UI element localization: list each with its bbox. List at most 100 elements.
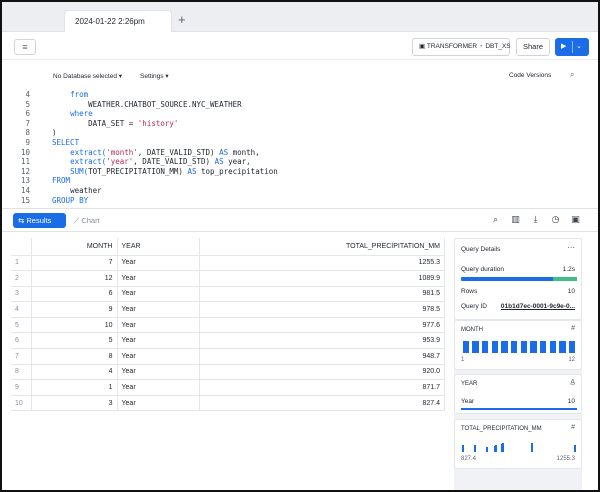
code-line[interactable]: 5 WEATHER.CHATBOT_SOURCE.NYC_WEATHER	[2, 100, 598, 110]
line-chart-icon: ⟋	[74, 216, 80, 225]
query-duration-value: 1.2s	[562, 266, 575, 273]
code-text: extract('month', DATE_VALID_STD) AS mont…	[52, 148, 260, 158]
month-histogram-bar	[462, 341, 470, 353]
code-line[interactable]: 7 DATA_SET = 'history'	[2, 119, 598, 129]
cell-total-precipitation: 948.7	[199, 348, 445, 365]
split-view-icon[interactable]: ▣	[569, 214, 582, 225]
row-index: 3	[11, 286, 32, 303]
precipitation-histogram-bar	[574, 444, 576, 452]
tab-chart-label: Chart	[81, 216, 100, 225]
sql-token: , DATE_VALID_STD)	[133, 157, 215, 167]
code-line[interactable]: 14 weather	[2, 186, 598, 196]
search-icon[interactable]: ⌕	[570, 70, 574, 80]
sql-keyword: SELECT	[52, 138, 80, 147]
cell-year: Year	[117, 395, 200, 412]
table-row[interactable]: 2 12 Year 1089.9	[11, 270, 445, 287]
code-text: WEATHER.CHATBOT_SOURCE.NYC_WEATHER	[52, 100, 242, 110]
precipitation-histogram-bar	[493, 446, 496, 452]
code-versions-button[interactable]: Code Versions	[509, 72, 551, 79]
more-options-icon[interactable]: ⋯	[567, 243, 575, 252]
row-index: 7	[11, 348, 32, 365]
settings-dropdown[interactable]: Settings ▾	[140, 72, 169, 80]
cell-total-precipitation: 1255.3	[199, 255, 445, 272]
line-number: 9	[25, 138, 30, 147]
column-header-total-precipitation[interactable]: TOTAL_PRECIPITATION_MM	[199, 238, 445, 256]
table-row[interactable]: 7 8 Year 948.7	[11, 348, 445, 365]
tab-chart[interactable]: ⟋ Chart	[74, 213, 100, 228]
cell-year: Year	[117, 332, 200, 350]
code-line[interactable]: 4 from	[2, 90, 598, 100]
sql-keyword: AS	[187, 166, 197, 176]
cell-total-precipitation: 953.9	[199, 332, 445, 350]
search-icon[interactable]: ⌕	[489, 214, 502, 225]
year-frequency-bar	[461, 408, 577, 410]
sql-token: month,	[228, 147, 260, 157]
database-selector[interactable]: No Database selected ▾	[53, 72, 122, 80]
row-index: 8	[11, 364, 32, 381]
code-text: )	[52, 128, 57, 138]
year-stats-card[interactable]: YEAR A̲ Year 10	[454, 374, 582, 414]
precipitation-histogram-bar	[530, 442, 533, 452]
code-text: GROUP BY	[52, 196, 88, 206]
line-number: 5	[25, 99, 30, 109]
code-line[interactable]: 6 where	[2, 109, 598, 119]
run-button[interactable]: ▶ ⌄	[555, 38, 589, 56]
tab-results[interactable]: ⇆ Results	[13, 213, 66, 228]
line-number: 14	[20, 186, 30, 195]
code-line[interactable]: 10 extract('month', DATE_VALID_STD) AS m…	[2, 148, 598, 158]
table-row[interactable]: 6 5 Year 953.9	[11, 332, 445, 350]
sql-string: 'month'	[106, 147, 138, 157]
table-row[interactable]: 9 1 Year 871.7	[11, 379, 445, 396]
month-histogram-bar	[530, 341, 537, 353]
text-type-icon: A̲	[570, 379, 575, 386]
code-text: weather	[52, 186, 102, 196]
sql-editor[interactable]: 4 from 5 WEATHER.CHATBOT_SOURCE.NYC_WEATH…	[2, 90, 598, 208]
month-stats-card[interactable]: MONTH # 1 12	[454, 320, 582, 370]
add-tab-icon[interactable]: +	[178, 12, 186, 27]
precipitation-stats-card[interactable]: TOTAL_PRECIPITATION_MM # 827.4 1255.3	[454, 419, 582, 469]
worksheet-tab[interactable]: 2024-01-22 2:26pm	[64, 10, 172, 32]
number-type-icon: #	[571, 325, 575, 332]
sql-token: )	[52, 128, 57, 138]
columns-icon[interactable]: ▥	[509, 214, 522, 225]
sql-keyword: where	[70, 109, 93, 119]
query-id-link[interactable]: 01b1d7ec-0001-9c9e-0...	[501, 303, 575, 310]
table-row[interactable]: 1 7 Year 1255.3	[11, 255, 445, 272]
code-text: SELECT	[52, 138, 79, 148]
code-line[interactable]: 15 GROUP BY	[2, 196, 598, 206]
row-index: 6	[11, 332, 32, 350]
table-row[interactable]: 8 4 Year 920.0	[11, 364, 445, 381]
share-button[interactable]: Share	[516, 38, 550, 56]
line-number: 8	[25, 128, 30, 138]
download-icon[interactable]: ⤓	[529, 214, 542, 225]
table-row[interactable]: 4 9 Year 978.5	[11, 301, 445, 318]
cell-month: 3	[31, 395, 118, 412]
sql-token: TOT_PRECIPITATION_MM)	[88, 166, 188, 176]
table-row[interactable]: 5 10 Year 977.6	[11, 317, 445, 334]
chevron-down-icon: ▾	[165, 73, 169, 80]
line-number: 4	[25, 90, 30, 99]
cell-month: 1	[31, 379, 118, 396]
code-text: SUM(TOT_PRECIPITATION_MM) AS top_precipi…	[52, 167, 278, 177]
month-histogram-bar	[510, 341, 518, 353]
row-index: 5	[11, 317, 32, 334]
column-header-month[interactable]: MONTH	[31, 238, 118, 256]
query-duration-label: Query duration	[461, 266, 504, 273]
code-line[interactable]: 11 extract('year', DATE_VALID_STD) AS ye…	[2, 157, 598, 167]
context-selector[interactable]: ▣ TRANSFORMER • DBT_XS	[412, 38, 511, 56]
code-line[interactable]: 12 SUM(TOT_PRECIPITATION_MM) AS top_prec…	[2, 167, 598, 177]
code-line[interactable]: 13 FROM	[2, 176, 598, 186]
code-line[interactable]: 9 SELECT	[2, 138, 598, 148]
cell-total-precipitation: 920.0	[199, 364, 445, 381]
history-clock-icon[interactable]: ◷	[549, 214, 562, 225]
column-header-year[interactable]: YEAR	[117, 238, 200, 256]
tab-strip: 2024-01-22 2:26pm +	[2, 2, 598, 32]
table-row[interactable]: 3 6 Year 981.5	[11, 286, 445, 303]
filter-sliders-icon[interactable]: ≡	[14, 39, 36, 55]
chevron-down-icon[interactable]: ⌄	[576, 38, 582, 56]
table-row[interactable]: 10 3 Year 827.4	[11, 395, 445, 412]
sql-token: top_precipitation	[196, 166, 278, 176]
code-line[interactable]: 8)	[2, 128, 598, 138]
code-text: DATA_SET = 'history'	[52, 119, 178, 129]
month-histogram-bar	[539, 341, 547, 353]
